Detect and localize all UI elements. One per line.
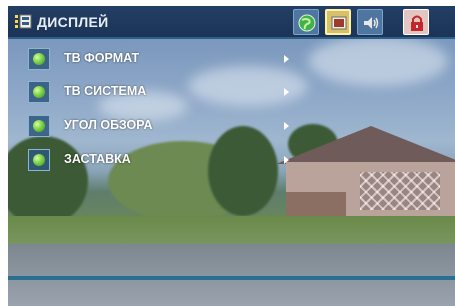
chevron-right-icon <box>284 156 289 164</box>
menu-item-tv-system[interactable]: ТВ СИСТЕМА <box>28 79 298 107</box>
tab-parental-lock[interactable] <box>403 9 429 35</box>
bullet-icon <box>28 81 50 103</box>
tab-language[interactable] <box>293 9 319 35</box>
menu-item-label: ТВ СИСТЕМА <box>64 84 147 98</box>
menu-item-label: ЗАСТАВКА <box>64 152 131 166</box>
header-bar: ДИСПЛЕЙ <box>8 6 455 39</box>
bullet-icon <box>28 149 50 171</box>
bullet-icon <box>28 48 50 70</box>
menu-item-screensaver[interactable]: ЗАСТАВКА <box>28 147 298 175</box>
menu-item-label: УГОЛ ОБЗОРА <box>64 118 153 132</box>
tab-display[interactable] <box>325 9 351 35</box>
chevron-right-icon <box>284 88 289 96</box>
menu-item-viewing-angle[interactable]: УГОЛ ОБЗОРА <box>28 113 298 141</box>
chevron-right-icon <box>284 55 289 63</box>
chevron-right-icon <box>284 122 289 130</box>
menu-item-tv-format[interactable]: ТВ ФОРМАТ <box>28 46 298 74</box>
bottom-divider <box>8 276 455 280</box>
bullet-icon <box>28 115 50 137</box>
page-title: ДИСПЛЕЙ <box>37 14 109 30</box>
display-settings-icon <box>14 13 32 31</box>
tab-audio[interactable] <box>357 9 383 35</box>
menu-item-label: ТВ ФОРМАТ <box>64 51 140 65</box>
